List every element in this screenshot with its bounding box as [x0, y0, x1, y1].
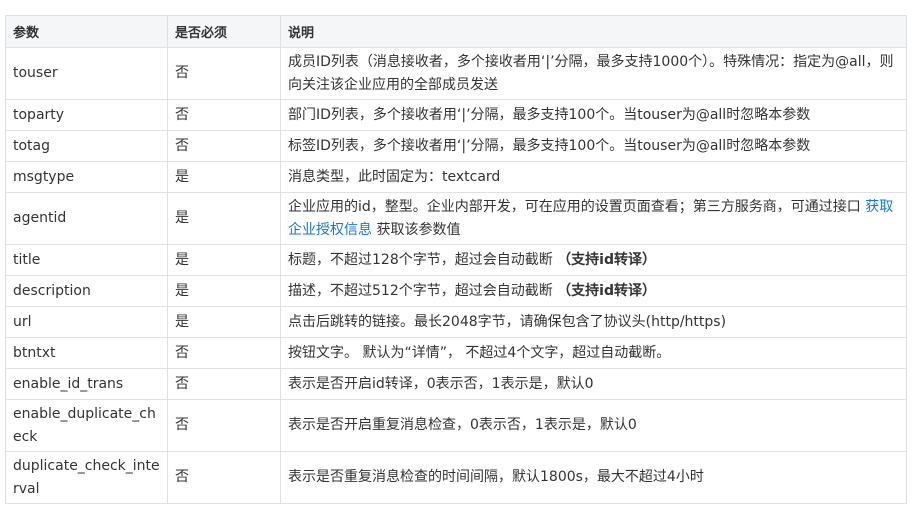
- table-row: msgtype 是 消息类型，此时固定为：textcard: [5, 161, 907, 193]
- table-header-row: 参数 是否必须 说明: [5, 15, 907, 48]
- param-required: 是: [167, 244, 281, 276]
- param-desc-text: 获取该参数值: [372, 221, 461, 238]
- param-name: description: [5, 275, 168, 307]
- api-params-table-container: 参数 是否必须 说明 touser 否 成员ID列表（消息接收者，多个接收者用‘…: [5, 15, 907, 504]
- param-required: 否: [167, 99, 281, 131]
- param-required: 否: [167, 130, 281, 162]
- param-name: url: [5, 306, 168, 338]
- id-trans-note: （支持id转译）: [557, 251, 656, 268]
- param-desc: 点击后跳转的链接。最长2048字节，请确保包含了协议头(http/https): [280, 306, 907, 338]
- header-desc: 说明: [280, 15, 907, 48]
- param-desc: 企业应用的id，整型。企业内部开发，可在应用的设置页面查看；第三方服务商，可通过…: [280, 192, 907, 245]
- param-name: enable_id_trans: [5, 368, 168, 400]
- table-row: toparty 否 部门ID列表，多个接收者用‘|’分隔，最多支持100个。当t…: [5, 99, 907, 131]
- table-row: description 是 描述，不超过512个字节，超过会自动截断 （支持id…: [5, 275, 907, 307]
- param-name: title: [5, 244, 168, 276]
- api-params-table: 参数 是否必须 说明 touser 否 成员ID列表（消息接收者，多个接收者用‘…: [5, 15, 907, 504]
- table-row: agentid 是 企业应用的id，整型。企业内部开发，可在应用的设置页面查看；…: [5, 192, 907, 245]
- param-desc: 表示是否开启重复消息检查，0表示否，1表示是，默认0: [280, 399, 907, 452]
- param-required: 是: [167, 275, 281, 307]
- id-trans-note: （支持id转译）: [557, 282, 656, 299]
- param-desc-text: 描述，不超过512个字节，超过会自动截断: [288, 282, 558, 299]
- param-required: 是: [167, 306, 281, 338]
- param-desc: 表示是否重复消息检查的时间间隔，默认1800s，最大不超过4小时: [280, 451, 907, 504]
- param-required: 是: [167, 192, 281, 245]
- table-row: duplicate_check_interval 否 表示是否重复消息检查的时间…: [5, 451, 907, 504]
- table-row: touser 否 成员ID列表（消息接收者，多个接收者用‘|’分隔，最多支持10…: [5, 47, 907, 100]
- param-name: duplicate_check_interval: [5, 451, 168, 504]
- param-desc: 标题，不超过128个字节，超过会自动截断 （支持id转译）: [280, 244, 907, 276]
- param-required: 否: [167, 368, 281, 400]
- param-desc-text: 标题，不超过128个字节，超过会自动截断: [288, 251, 558, 268]
- param-desc: 成员ID列表（消息接收者，多个接收者用‘|’分隔，最多支持1000个）。特殊情况…: [280, 47, 907, 100]
- param-required: 否: [167, 47, 281, 100]
- param-name: agentid: [5, 192, 168, 245]
- table-row: url 是 点击后跳转的链接。最长2048字节，请确保包含了协议头(http/h…: [5, 306, 907, 338]
- table-row: enable_duplicate_check 否 表示是否开启重复消息检查，0表…: [5, 399, 907, 452]
- param-name: enable_duplicate_check: [5, 399, 168, 452]
- header-required: 是否必须: [167, 15, 281, 48]
- param-name: btntxt: [5, 337, 168, 369]
- table-row: btntxt 否 按钮文字。 默认为“详情”， 不超过4个文字，超过自动截断。: [5, 337, 907, 369]
- param-desc: 消息类型，此时固定为：textcard: [280, 161, 907, 193]
- param-desc: 描述，不超过512个字节，超过会自动截断 （支持id转译）: [280, 275, 907, 307]
- table-row: title 是 标题，不超过128个字节，超过会自动截断 （支持id转译）: [5, 244, 907, 276]
- table-row: enable_id_trans 否 表示是否开启id转译，0表示否，1表示是，默…: [5, 368, 907, 400]
- param-desc: 表示是否开启id转译，0表示否，1表示是，默认0: [280, 368, 907, 400]
- param-name: msgtype: [5, 161, 168, 193]
- param-required: 否: [167, 399, 281, 452]
- param-desc-text: 企业应用的id，整型。企业内部开发，可在应用的设置页面查看；第三方服务商，可通过…: [288, 198, 866, 215]
- param-required: 否: [167, 337, 281, 369]
- table-row: totag 否 标签ID列表，多个接收者用‘|’分隔，最多支持100个。当tou…: [5, 130, 907, 162]
- param-desc: 按钮文字。 默认为“详情”， 不超过4个文字，超过自动截断。: [280, 337, 907, 369]
- header-param: 参数: [5, 15, 168, 48]
- param-desc: 标签ID列表，多个接收者用‘|’分隔，最多支持100个。当touser为@all…: [280, 130, 907, 162]
- param-required: 是: [167, 161, 281, 193]
- param-desc: 部门ID列表，多个接收者用‘|’分隔，最多支持100个。当touser为@all…: [280, 99, 907, 131]
- param-required: 否: [167, 451, 281, 504]
- param-name: totag: [5, 130, 168, 162]
- param-name: touser: [5, 47, 168, 100]
- param-name: toparty: [5, 99, 168, 131]
